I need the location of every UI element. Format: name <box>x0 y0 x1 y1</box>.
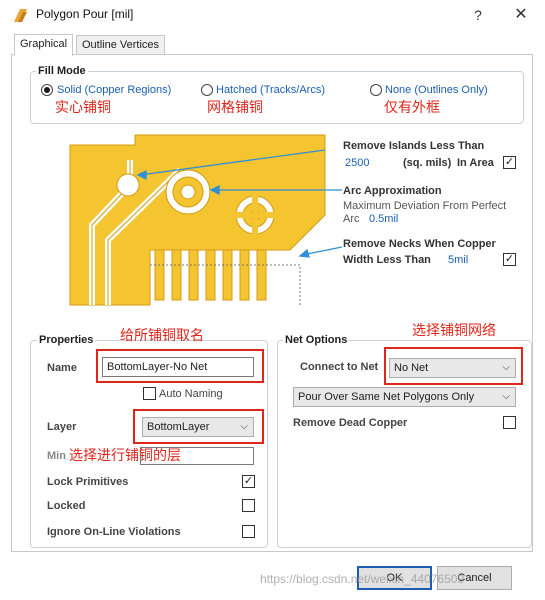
lock-primitives-checkbox[interactable]: ✓ <box>242 475 255 488</box>
remove-necks-label2: Width Less Than <box>343 254 431 266</box>
radio-solid-label[interactable]: Solid (Copper Regions) <box>57 84 171 96</box>
arc-approx-desc: Maximum Deviation From Perfect <box>343 200 507 212</box>
finger-pads <box>154 249 267 301</box>
name-input[interactable]: BottomLayer-No Net <box>102 357 254 377</box>
layer-label: Layer <box>47 421 77 433</box>
layer-select-value: BottomLayer <box>147 421 210 433</box>
connect-to-net-label: Connect to Net <box>300 361 379 373</box>
locked-label: Locked <box>47 500 86 512</box>
connect-to-net-select[interactable]: No Net ⌵ <box>389 358 516 378</box>
note-name: 给所铺铜取名 <box>120 328 204 344</box>
chevron-down-icon: ⌵ <box>502 391 510 402</box>
arc-approx-value[interactable]: 0.5mil <box>369 213 398 225</box>
properties-title: Properties <box>37 334 96 346</box>
remove-dead-copper-checkbox[interactable] <box>503 416 516 429</box>
net-options-title: Net Options <box>283 334 350 346</box>
close-button[interactable]: ✕ <box>507 4 535 26</box>
note-net: 选择铺铜网络 <box>412 323 496 339</box>
remove-necks-value[interactable]: 5mil <box>448 254 468 266</box>
layer-select[interactable]: BottomLayer ⌵ <box>142 417 254 437</box>
locked-checkbox[interactable] <box>242 499 255 512</box>
remove-islands-unit: (sq. mils) <box>403 157 452 169</box>
window-title: Polygon Pour [mil] <box>36 7 134 21</box>
radio-none[interactable] <box>370 84 382 96</box>
note-hatched: 网格铺铜 <box>207 100 263 116</box>
lock-primitives-label: Lock Primitives <box>47 476 129 488</box>
connect-to-net-value: No Net <box>394 362 429 374</box>
watermark-text: https://blog.csdn.net/weixin_44076509 <box>260 572 465 586</box>
ignore-violations-checkbox[interactable] <box>242 525 255 538</box>
radio-none-label[interactable]: None (Outlines Only) <box>385 84 488 96</box>
remove-necks-checkbox[interactable]: ✓ <box>503 253 516 266</box>
note-layer: 选择进行铺铜的层 <box>69 448 181 464</box>
tab-outline-vertices[interactable]: Outline Vertices <box>76 35 166 55</box>
name-label: Name <box>47 362 77 374</box>
auto-naming-checkbox[interactable] <box>143 387 156 400</box>
ignore-violations-label: Ignore On-Line Violations <box>47 526 181 538</box>
remove-islands-value[interactable]: 2500 <box>345 157 369 169</box>
remove-islands-checkbox[interactable]: ✓ <box>503 156 516 169</box>
fill-mode-title: Fill Mode <box>36 65 88 77</box>
remove-islands-suffix: In Area <box>457 157 494 169</box>
pour-over-value: Pour Over Same Net Polygons Only <box>298 391 475 403</box>
altium-app-icon <box>14 9 27 22</box>
radio-hatched-label[interactable]: Hatched (Tracks/Arcs) <box>216 84 325 96</box>
remove-dead-copper-label: Remove Dead Copper <box>293 417 408 429</box>
radio-hatched[interactable] <box>201 84 213 96</box>
arc-approx-prefix: Arc <box>343 213 360 225</box>
polygon-preview-diagram <box>69 134 343 306</box>
title-bar: Polygon Pour [mil] ? ✕ <box>0 0 545 30</box>
min-label: Min <box>47 450 66 462</box>
arc-approx-title: Arc Approximation <box>343 185 442 197</box>
note-solid: 实心铺铜 <box>55 100 111 116</box>
remove-necks-label: Remove Necks When Copper <box>343 238 496 250</box>
chevron-down-icon: ⌵ <box>502 362 510 373</box>
pour-over-select[interactable]: Pour Over Same Net Polygons Only ⌵ <box>293 387 516 407</box>
auto-naming-label[interactable]: Auto Naming <box>159 388 223 400</box>
note-none: 仅有外框 <box>384 100 440 116</box>
radio-solid[interactable] <box>41 84 53 96</box>
tab-graphical[interactable]: Graphical <box>14 34 74 56</box>
help-button[interactable]: ? <box>466 4 490 26</box>
chevron-down-icon: ⌵ <box>240 421 248 432</box>
remove-islands-label: Remove Islands Less Than <box>343 140 485 152</box>
